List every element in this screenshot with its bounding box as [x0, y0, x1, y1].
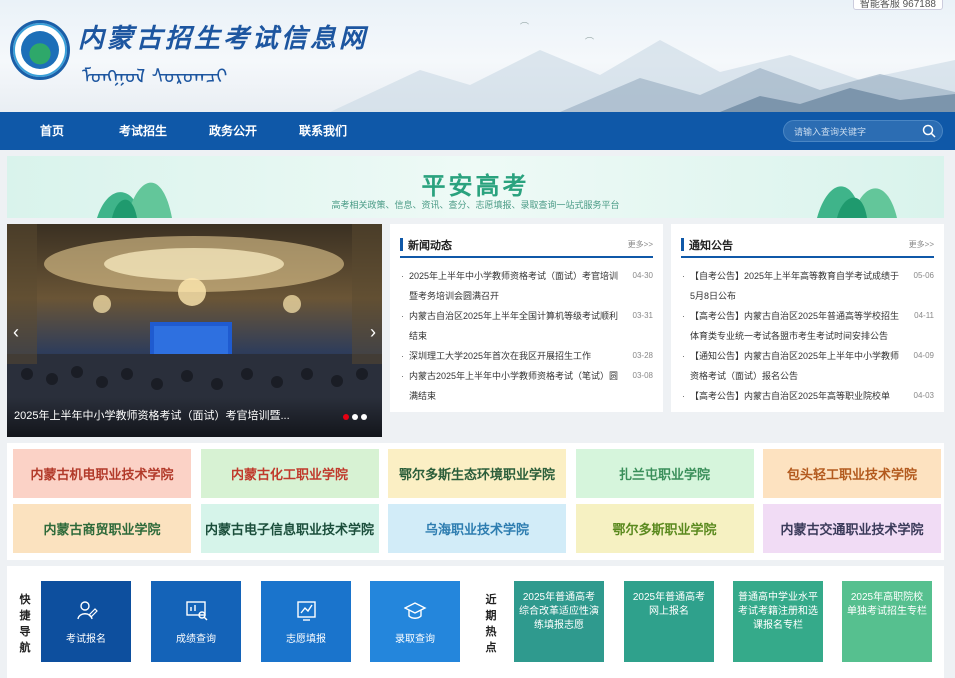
news-item-text: 2025年上半年中小学教师资格考试（面试）考官培训暨考务培训会圆满召开 — [409, 271, 619, 301]
notices-item-text: 【自考公告】2025年上半年高等教育自学考试成绩于5月8日公布 — [690, 271, 900, 301]
logo-emblem-icon — [21, 31, 59, 69]
panel-accent-bar — [400, 238, 403, 251]
school-links-grid: 内蒙古机电职业技术学院 内蒙古化工职业学院 鄂尔多斯生态环境职业学院 扎兰屯职业学院包… — [7, 443, 944, 560]
carousel-prev-arrow-icon[interactable]: ‹ — [13, 322, 19, 343]
mongolian-title: ᠮᠣᠩᠭᠣᠯ ᠰᠤᠷᠤᠭᠴᠢ — [82, 64, 228, 88]
main-nav: 首页 考试招生 政务公开 联系我们 — [0, 112, 955, 150]
carousel-caption[interactable]: 2025年上半年中小学教师资格考试（面试）考官培训暨... — [14, 407, 290, 423]
notice-more-link[interactable]: 更多>> — [909, 239, 934, 250]
school-link[interactable]: 扎兰屯职业学院 — [575, 449, 754, 498]
news-panel: 新闻动态 更多>> 2025年上半年中小学教师资格考试（面试）考官培训暨考务培训… — [390, 224, 663, 412]
news-more-link[interactable]: 更多>> — [628, 239, 653, 250]
notices-item[interactable]: 【高考公告】内蒙古自治区2025年高等职业院校单 04-03 — [681, 386, 934, 406]
news-item-text: 内蒙古自治区2025年上半年全国计算机等级考试顺利结束 — [409, 311, 619, 341]
quick-section: 快捷导航 考试报名 成绩查询 志愿填报 录取查询 近期热点 2025年普通高考综合改革… — [7, 566, 944, 678]
hot-topic-button[interactable]: 2025年普通高考网上报名 — [624, 581, 714, 662]
school-link[interactable]: 内蒙古商贸职业学院 — [13, 504, 191, 553]
news-item[interactable]: 2025年上半年中小学教师资格考试（面试）考官培训暨考务培训会圆满召开 04-30 — [400, 266, 653, 306]
news-item-text: 内蒙古2025年上半年中小学教师资格考试（笔试）圆满结束 — [409, 371, 619, 401]
carousel-next-arrow-icon[interactable]: › — [370, 322, 376, 343]
bird-decoration: ⌒ — [585, 37, 595, 47]
quick-nav-volunteer-fill-button[interactable]: 志愿填报 — [261, 581, 351, 662]
notice-panel: 通知公告 更多>> 【自考公告】2025年上半年高等教育自学考试成绩于5月8日公… — [671, 224, 944, 412]
news-item[interactable]: 深圳理工大学2025年首次在我区开展招生工作 03-28 — [400, 346, 653, 366]
nav-item-exam-enroll[interactable]: 考试招生 — [119, 112, 167, 150]
news-item-date: 03-31 — [632, 311, 653, 320]
news-list: 2025年上半年中小学教师资格考试（面试）考官培训暨考务培训会圆满召开 04-30… — [400, 266, 653, 406]
school-link[interactable]: 内蒙古化工职业学院 — [200, 449, 379, 498]
hot-topics-label: 近期热点 — [485, 594, 497, 654]
school-link[interactable]: 包头轻工职业技术学院 — [763, 449, 941, 498]
notices-item-text: 【高考公告】内蒙古自治区2025年高等职业院校单 — [690, 391, 891, 401]
hot-topic-button[interactable]: 2025年高职院校单独考试招生专栏 — [842, 581, 932, 662]
news-item-date: 03-08 — [632, 371, 653, 380]
notices-item[interactable]: 【通知公告】内蒙古自治区2025年上半年中小学教师资格考试（面试）报名公告 04-… — [681, 346, 934, 386]
site-logo[interactable] — [10, 20, 70, 80]
school-link[interactable]: 内蒙古交通职业技术学院 — [763, 504, 941, 553]
quick-nav-label-text: 志愿填报 — [286, 634, 326, 645]
notices-item-date: 04-03 — [913, 391, 934, 400]
carousel-dot[interactable] — [352, 414, 358, 420]
news-item-date: 04-30 — [632, 271, 653, 280]
search-input[interactable] — [794, 124, 914, 139]
search-icon[interactable] — [922, 124, 936, 138]
site-header: ⌒ ⌒ 内蒙古招生考试信息网 ᠮᠣᠩᠭᠣᠯ ᠰᠤᠷᠤᠭᠴᠢ 智能客服 96718… — [0, 0, 955, 112]
news-item-text: 深圳理工大学2025年首次在我区开展招生工作 — [409, 351, 592, 361]
user-edit-icon — [77, 601, 98, 620]
notices-item-text: 【通知公告】内蒙古自治区2025年上半年中小学教师资格考试（面试）报名公告 — [690, 351, 900, 381]
hot-topic-button[interactable]: 普通高中学业水平考试考籍注册和选课报名专栏 — [733, 581, 823, 662]
customer-service-link[interactable]: 智能客服 967188 — [852, 0, 943, 10]
school-link[interactable]: 鄂尔多斯生态环境职业学院 — [388, 449, 566, 498]
notices-item-text: 【高考公告】内蒙古自治区2025年普通高等学校招生体育类专业统一考试各盟市考生考… — [690, 311, 900, 341]
banner-safe-gaokao[interactable]: 平安高考 高考相关政策、信息、资讯、查分、志愿填报、录取查询一站式服务平台 — [7, 156, 944, 218]
notices-item[interactable]: 【自考公告】2025年上半年高等教育自学考试成绩于5月8日公布 05-06 — [681, 266, 934, 306]
quick-nav-label-text: 录取查询 — [395, 634, 435, 645]
news-panel-title: 新闻动态 — [408, 240, 452, 252]
site-title: 内蒙古招生考试信息网 — [78, 24, 369, 54]
panel-accent-bar — [681, 238, 684, 251]
news-panel-header: 新闻动态 更多>> — [400, 236, 653, 258]
news-carousel[interactable]: ‹ › 2025年上半年中小学教师资格考试（面试）考官培训暨... — [7, 224, 382, 437]
quick-nav-admission-query-button[interactable]: 录取查询 — [370, 581, 460, 662]
quick-nav-label-text: 考试报名 — [66, 634, 106, 645]
notices-item[interactable]: 【高考公告】内蒙古自治区2025年普通高等学校招生体育类专业统一考试各盟市考生考… — [681, 306, 934, 346]
notice-panel-header: 通知公告 更多>> — [681, 236, 934, 258]
notices-item-date: 04-09 — [913, 351, 934, 360]
school-link[interactable]: 鄂尔多斯职业学院 — [575, 504, 754, 553]
bird-decoration: ⌒ — [520, 22, 530, 32]
quick-nav-exam-register-button[interactable]: 考试报名 — [41, 581, 131, 662]
notices-item-date: 05-06 — [913, 271, 934, 280]
banner-subtitle: 高考相关政策、信息、资讯、查分、志愿填报、录取查询一站式服务平台 — [331, 200, 620, 210]
nav-item-home[interactable]: 首页 — [40, 112, 64, 150]
nav-item-gov-affairs[interactable]: 政务公开 — [209, 112, 257, 150]
nav-item-contact[interactable]: 联系我们 — [299, 112, 347, 150]
search-box — [783, 120, 943, 142]
quick-nav-label-text: 成绩查询 — [176, 634, 216, 645]
banner-title: 平安高考 — [421, 171, 530, 200]
carousel-dot[interactable] — [361, 414, 367, 420]
news-item[interactable]: 内蒙古2025年上半年中小学教师资格考试（笔试）圆满结束 03-08 — [400, 366, 653, 406]
news-item[interactable]: 内蒙古自治区2025年上半年全国计算机等级考试顺利结束 03-31 — [400, 306, 653, 346]
school-link[interactable]: 内蒙古电子信息职业技术学院 — [200, 504, 379, 553]
chart-board-icon — [297, 601, 316, 621]
quick-nav-label: 快捷导航 — [19, 594, 31, 654]
notice-panel-title: 通知公告 — [689, 240, 733, 252]
hot-topic-button[interactable]: 2025年普通高考综合改革适应性演练填报志愿 — [514, 581, 604, 662]
carousel-dot[interactable] — [343, 414, 349, 420]
notice-list: 【自考公告】2025年上半年高等教育自学考试成绩于5月8日公布 05-06 【高考公… — [681, 266, 934, 406]
quick-nav-score-query-button[interactable]: 成绩查询 — [151, 581, 241, 662]
graduation-cap-icon — [404, 602, 427, 619]
school-link[interactable]: 乌海职业技术学院 — [388, 504, 566, 553]
carousel-dots — [340, 407, 367, 425]
notices-item-date: 04-11 — [914, 311, 934, 320]
chart-search-icon — [186, 601, 208, 621]
news-item-date: 03-28 — [632, 351, 653, 360]
school-link[interactable]: 内蒙古机电职业技术学院 — [13, 449, 191, 498]
